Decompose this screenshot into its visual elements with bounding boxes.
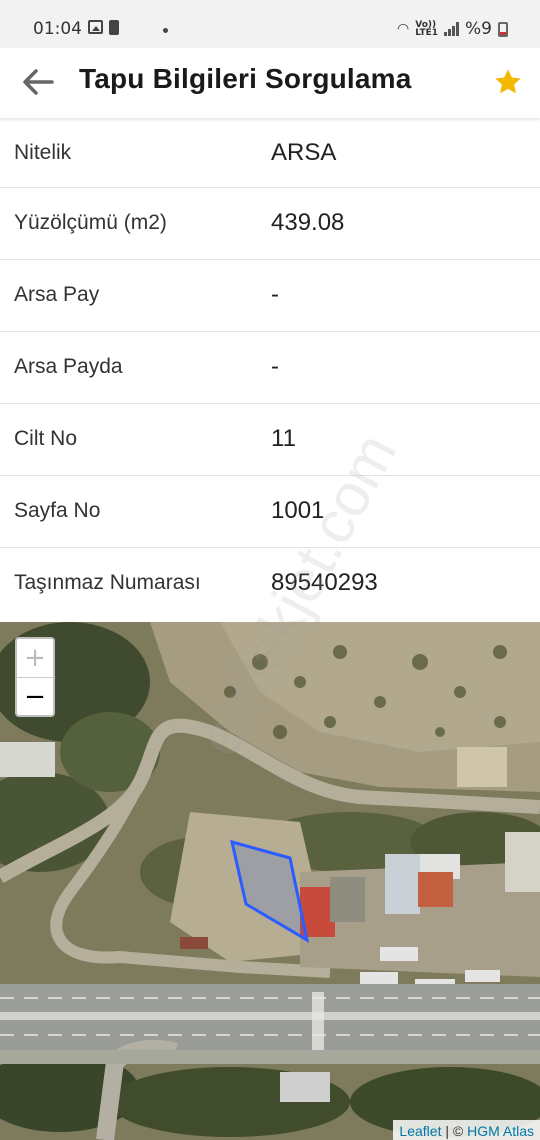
row-label: Sayfa No	[14, 499, 101, 522]
map-imagery	[0, 622, 540, 1140]
battery-icon	[498, 21, 508, 37]
row-value: -	[271, 353, 279, 380]
row-nitelik: Nitelik ARSA	[0, 118, 540, 188]
gallery-icon	[88, 20, 103, 34]
signal-icon	[444, 22, 460, 36]
notification-dot-icon	[163, 28, 168, 33]
wifi-icon: ◠	[397, 21, 410, 37]
row-label: Taşınmaz Numarası	[14, 571, 201, 594]
row-value: 1001	[271, 497, 325, 524]
row-sayfa-no: Sayfa No 1001	[0, 476, 540, 548]
row-value: 89540293	[271, 569, 378, 596]
notification-icons	[88, 20, 119, 35]
status-bar: 01:04 ◠ Vo)) LTE1 %9	[0, 0, 540, 48]
satellite-map[interactable]: + − Leaflet | © HGM Atlas	[0, 622, 540, 1140]
row-cilt-no: Cilt No 11	[0, 404, 540, 476]
attribution-separator: | ©	[441, 1123, 468, 1139]
row-value: ARSA	[271, 139, 337, 166]
row-tasinmaz-numarasi: Taşınmaz Numarası 89540293	[0, 548, 540, 620]
map-attribution: Leaflet | © HGM Atlas	[393, 1120, 540, 1140]
battery-percent: %9	[465, 19, 492, 39]
row-label: Nitelik	[14, 141, 72, 164]
zoom-out-button[interactable]: −	[17, 678, 53, 716]
page-title: Tapu Bilgileri Sorgulama	[79, 63, 412, 94]
favorite-button[interactable]	[492, 66, 524, 98]
row-label: Yüzölçümü (m2)	[14, 211, 167, 234]
back-button[interactable]	[18, 64, 58, 100]
volte-icon: Vo)) LTE1	[415, 21, 439, 38]
property-info-table: Nitelik ARSA Yüzölçümü (m2) 439.08 Arsa …	[0, 118, 540, 620]
zoom-in-button[interactable]: +	[17, 639, 53, 678]
app-bar: Tapu Bilgileri Sorgulama	[0, 48, 540, 118]
row-label: Arsa Payda	[14, 355, 123, 378]
row-yuzolcumu: Yüzölçümü (m2) 439.08	[0, 188, 540, 260]
lte-label: LTE1	[415, 28, 439, 38]
status-time: 01:04	[33, 19, 82, 39]
battery-saver-icon	[109, 20, 119, 35]
arrow-left-icon	[23, 69, 54, 95]
row-value: 439.08	[271, 209, 345, 236]
hgm-atlas-link[interactable]: HGM Atlas	[467, 1123, 534, 1139]
zoom-control: + −	[15, 637, 55, 717]
row-value: 11	[271, 425, 296, 452]
row-value: -	[271, 281, 279, 308]
row-label: Arsa Pay	[14, 283, 100, 306]
leaflet-link[interactable]: Leaflet	[399, 1123, 441, 1139]
system-icons: ◠ Vo)) LTE1 %9	[397, 19, 508, 39]
star-icon	[495, 69, 521, 94]
row-label: Cilt No	[14, 427, 78, 450]
row-arsa-payda: Arsa Payda -	[0, 332, 540, 404]
row-arsa-pay: Arsa Pay -	[0, 260, 540, 332]
